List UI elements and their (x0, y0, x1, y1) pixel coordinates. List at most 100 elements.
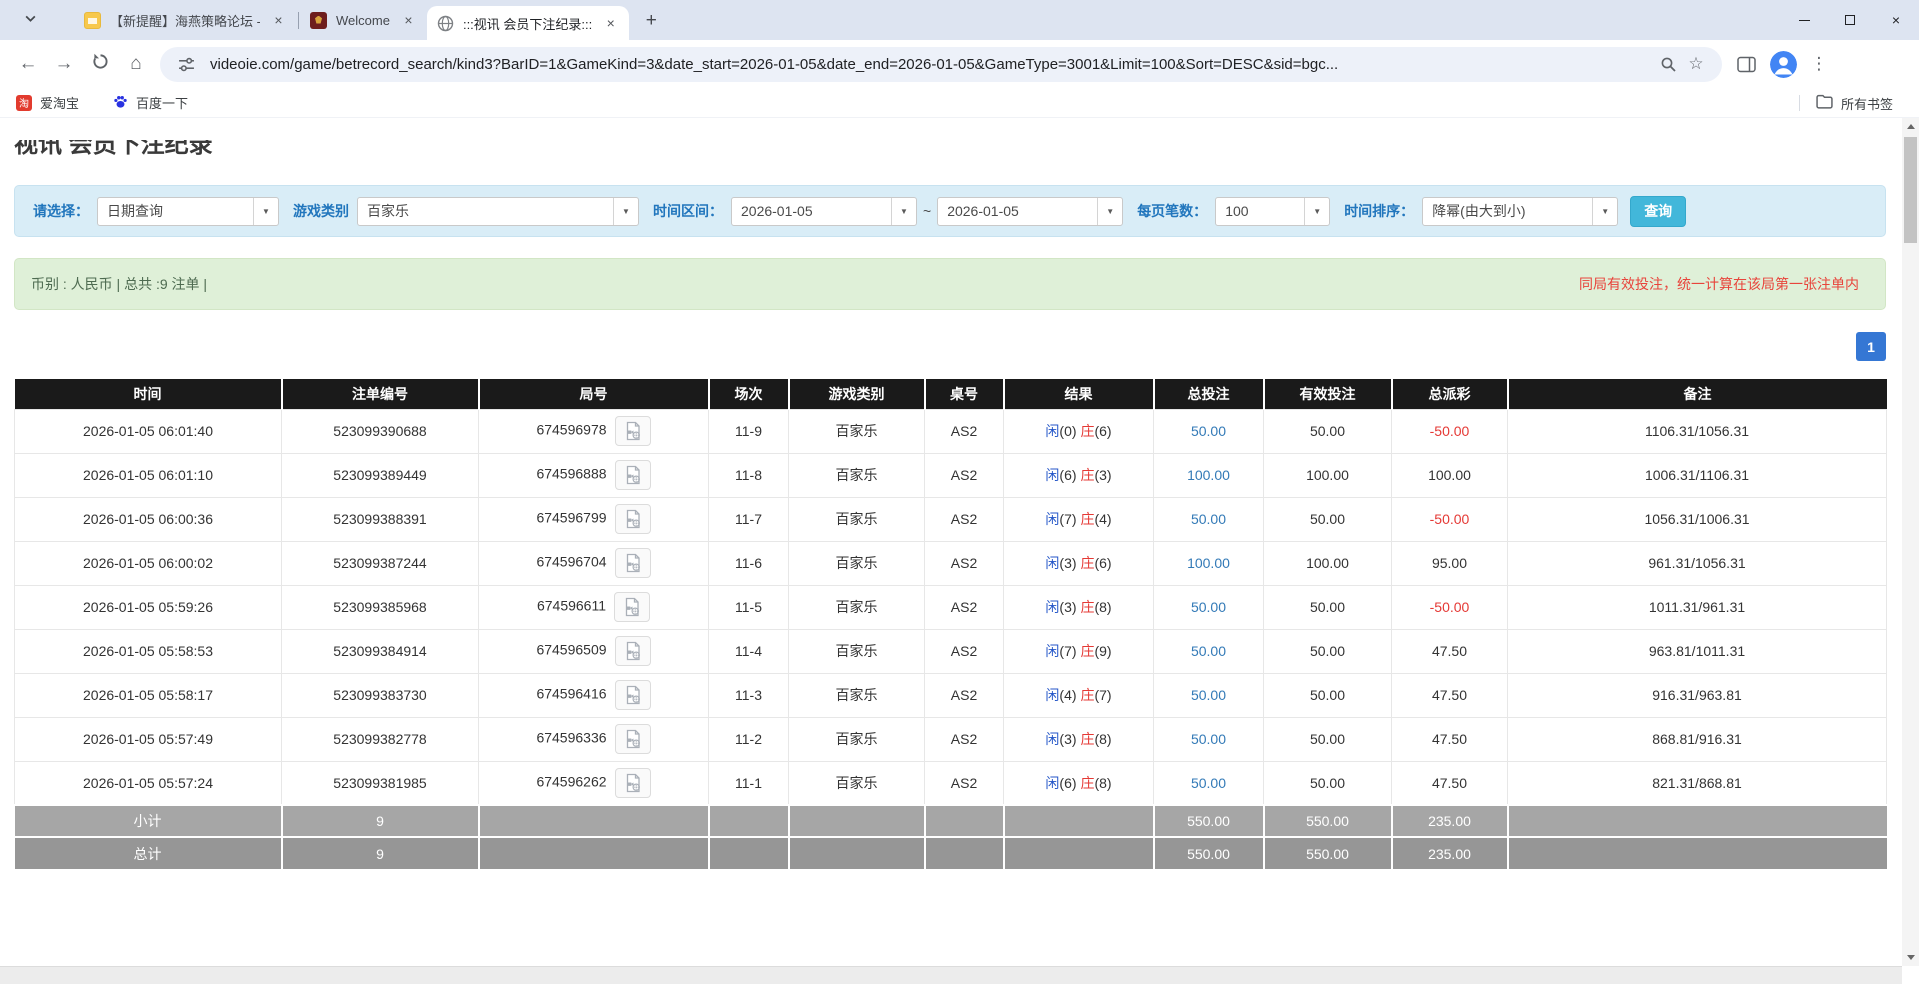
col-session: 场次 (709, 379, 789, 409)
cell-round-id: 674596799 (479, 497, 709, 541)
summary-bar: 币别 : 人民币 | 总共 :9 注单 | 同局有效投注，统一计算在该局第一张注… (14, 258, 1886, 310)
cell-total-bet[interactable]: 50.00 (1154, 409, 1264, 453)
scroll-up-icon[interactable] (1902, 118, 1919, 135)
subtotal-label: 小计 (15, 805, 282, 837)
bookmark-taobao[interactable]: 淘 爱淘宝 (16, 93, 79, 112)
video-replay-button[interactable] (615, 460, 651, 490)
back-button[interactable]: ← (10, 46, 46, 82)
game-category-select[interactable]: 百家乐 ▼ (357, 197, 639, 226)
page-1-button[interactable]: 1 (1856, 332, 1886, 361)
tab-forum[interactable]: 【新提醒】海燕策略论坛 - 综合 × (74, 3, 297, 37)
video-replay-button[interactable] (615, 768, 651, 798)
cell-table-code: AS2 (925, 453, 1004, 497)
cell-total-bet[interactable]: 50.00 (1154, 629, 1264, 673)
total-total-bet: 550.00 (1154, 837, 1264, 869)
cell-total-bet[interactable]: 50.00 (1154, 717, 1264, 761)
profile-avatar[interactable] (1770, 51, 1797, 78)
video-replay-button[interactable] (615, 416, 651, 446)
caret-down-icon: ▼ (1097, 198, 1122, 225)
cell-table-code: AS2 (925, 541, 1004, 585)
cell-total-bet[interactable]: 50.00 (1154, 761, 1264, 805)
bookmark-baidu[interactable]: 百度一下 (113, 93, 188, 112)
cell-session: 11-8 (709, 453, 789, 497)
navbar-right-cluster: ⋮ (1732, 50, 1831, 78)
scroll-down-icon[interactable] (1902, 949, 1919, 966)
video-replay-button[interactable] (615, 724, 651, 754)
cell-total-bet[interactable]: 100.00 (1154, 453, 1264, 497)
video-replay-button[interactable] (615, 636, 651, 666)
bookmark-star-icon[interactable]: ☆ (1682, 50, 1710, 78)
cell-note: 1106.31/1056.31 (1508, 409, 1887, 453)
cell-round-id: 674596509 (479, 629, 709, 673)
cell-note: 963.81/1011.31 (1508, 629, 1887, 673)
close-window-button[interactable]: × (1873, 0, 1919, 40)
tab-title: 【新提醒】海燕策略论坛 - 综合 (110, 11, 260, 30)
horizontal-scrollbar[interactable] (0, 966, 1902, 984)
tab-search-button[interactable] (16, 7, 44, 35)
browser-menu-icon[interactable]: ⋮ (1807, 54, 1831, 74)
video-replay-button[interactable] (615, 504, 651, 534)
cell-total-bet[interactable]: 50.00 (1154, 497, 1264, 541)
home-button[interactable]: ⌂ (118, 46, 154, 82)
forum-favicon (84, 12, 101, 29)
minimize-button[interactable] (1781, 0, 1827, 40)
cell-round-id: 674596262 (479, 761, 709, 805)
tab-bet-records[interactable]: :::视讯 会员下注纪录::: × (427, 6, 629, 40)
date-to-select[interactable]: 2026-01-05 ▼ (937, 197, 1123, 226)
cell-result: 闲(3) 庄(8) (1004, 717, 1154, 761)
close-tab-icon[interactable]: × (400, 12, 417, 29)
cell-result: 闲(7) 庄(4) (1004, 497, 1154, 541)
scrollbar-thumb[interactable] (1904, 137, 1917, 243)
page-size-select[interactable]: 100 ▼ (1215, 197, 1330, 226)
all-bookmarks[interactable]: 所有书签 (1799, 88, 1893, 118)
caret-down-icon: ▼ (891, 198, 916, 225)
cell-payout: 47.50 (1392, 761, 1508, 805)
page-content: 视讯 会员下注纪录 请选择： 日期查询 ▼ 游戏类别 百家乐 ▼ 时间区间： 2… (0, 140, 1919, 984)
date-range-tilde: ~ (923, 203, 931, 219)
cell-payout: -50.00 (1392, 497, 1508, 541)
query-type-select[interactable]: 日期查询 ▼ (97, 197, 279, 226)
cell-session: 11-6 (709, 541, 789, 585)
globe-icon (437, 15, 454, 32)
address-bar[interactable]: videoie.com/game/betrecord_search/kind3?… (160, 47, 1722, 82)
cell-result: 闲(6) 庄(8) (1004, 761, 1154, 805)
maximize-button[interactable] (1827, 0, 1873, 40)
vertical-scrollbar[interactable] (1902, 118, 1919, 966)
url-text[interactable]: videoie.com/game/betrecord_search/kind3?… (210, 56, 1654, 73)
tab-welcome[interactable]: Welcome × (300, 3, 427, 37)
cell-note: 1006.31/1106.31 (1508, 453, 1887, 497)
subtotal-total-bet: 550.00 (1154, 805, 1264, 837)
video-replay-button[interactable] (614, 592, 650, 622)
date-from-select[interactable]: 2026-01-05 ▼ (731, 197, 917, 226)
cell-note: 868.81/916.31 (1508, 717, 1887, 761)
all-bookmarks-label: 所有书签 (1841, 94, 1893, 113)
close-tab-icon[interactable]: × (270, 12, 287, 29)
cell-round-id: 674596978 (479, 409, 709, 453)
cell-bet-id: 523099382778 (282, 717, 479, 761)
table-row: 2026-01-05 05:57:24 523099381985 6745962… (15, 761, 1887, 805)
cell-time: 2026-01-05 06:01:10 (15, 453, 282, 497)
cell-bet-id: 523099389449 (282, 453, 479, 497)
side-panel-icon[interactable] (1732, 50, 1760, 78)
forward-button[interactable]: → (46, 46, 82, 82)
cell-result: 闲(0) 庄(6) (1004, 409, 1154, 453)
search-button[interactable]: 查询 (1630, 196, 1686, 227)
sort-select[interactable]: 降幂(由大到小) ▼ (1422, 197, 1618, 226)
zoom-icon[interactable] (1654, 50, 1682, 78)
video-replay-button[interactable] (615, 548, 651, 578)
browser-navbar: ← → ⌂ videoie.com/game/betrecord_search/… (0, 40, 1919, 88)
close-tab-icon[interactable]: × (602, 15, 619, 32)
new-tab-button[interactable]: + (637, 7, 665, 35)
site-settings-icon[interactable] (172, 50, 200, 78)
cell-total-bet[interactable]: 50.00 (1154, 585, 1264, 629)
cell-total-bet[interactable]: 50.00 (1154, 673, 1264, 717)
video-replay-button[interactable] (615, 680, 651, 710)
cell-round-id: 674596611 (479, 585, 709, 629)
cell-total-bet[interactable]: 100.00 (1154, 541, 1264, 585)
reload-button[interactable] (82, 46, 118, 82)
cell-time: 2026-01-05 05:58:17 (15, 673, 282, 717)
cell-valid-bet: 50.00 (1264, 409, 1392, 453)
cell-table-code: AS2 (925, 629, 1004, 673)
cell-game-category: 百家乐 (789, 585, 925, 629)
pagination: 1 (14, 332, 1886, 361)
